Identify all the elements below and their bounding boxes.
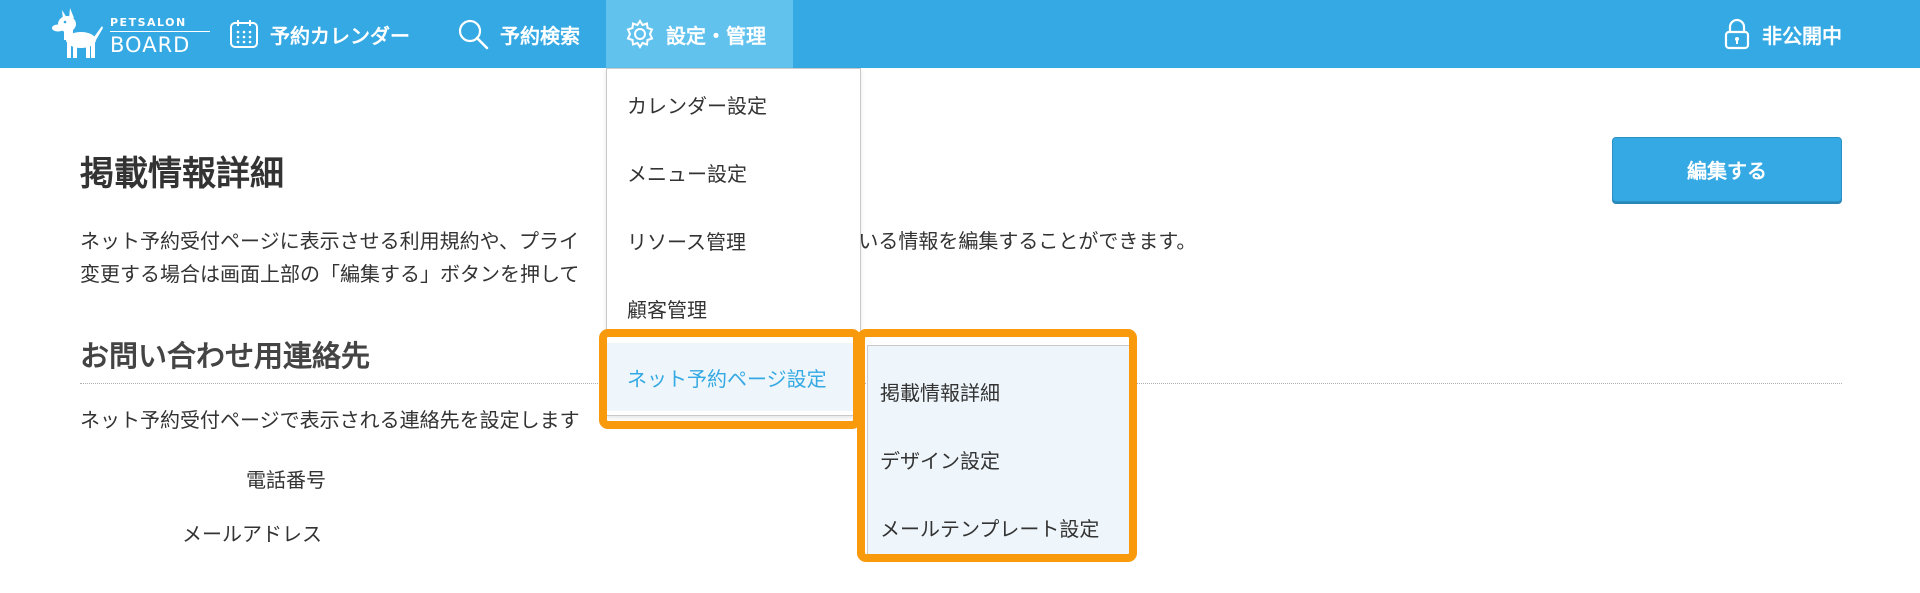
phone-label: 電話番号 bbox=[246, 468, 326, 492]
menu-item-calendar-settings[interactable]: カレンダー設定 bbox=[607, 71, 860, 137]
nav-search[interactable]: 予約検索 bbox=[456, 0, 580, 68]
gear-icon bbox=[626, 19, 654, 49]
menu-item-net-booking-page-settings[interactable]: ネット予約ページ設定 bbox=[607, 343, 860, 411]
submenu-item-mail-template-settings[interactable]: メールテンプレート設定 bbox=[868, 494, 1129, 560]
petsalon-board-logo[interactable]: PETSALON BOARD bbox=[48, 6, 213, 62]
lock-icon bbox=[1724, 18, 1750, 50]
visibility-status[interactable]: 非公開中 bbox=[1722, 0, 1842, 68]
brand-big-text: BOARD bbox=[110, 33, 191, 57]
settings-dropdown-menu: カレンダー設定 メニュー設定 リソース管理 顧客管理 ネット予約ページ設定 bbox=[606, 68, 861, 416]
brand-small-text: PETSALON bbox=[110, 16, 187, 29]
email-label: メールアドレス bbox=[182, 522, 322, 546]
menu-item-menu-settings[interactable]: メニュー設定 bbox=[607, 139, 860, 205]
net-booking-submenu: 掲載情報詳細 デザイン設定 メールテンプレート設定 bbox=[867, 345, 1130, 557]
submenu-item-design-settings[interactable]: デザイン設定 bbox=[868, 426, 1129, 492]
nav-calendar-label: 予約カレンダー bbox=[270, 23, 410, 48]
search-icon bbox=[458, 19, 489, 50]
visibility-label: 非公開中 bbox=[1762, 23, 1842, 48]
nav-settings[interactable]: 設定・管理 bbox=[606, 0, 793, 68]
nav-calendar[interactable]: 予約カレンダー bbox=[228, 0, 410, 68]
menu-item-resource-management[interactable]: リソース管理 bbox=[607, 207, 860, 273]
dog-logo-icon bbox=[52, 8, 103, 58]
edit-button[interactable]: 編集する bbox=[1612, 137, 1842, 202]
section-title-contact: お問い合わせ用連絡先 bbox=[80, 339, 371, 373]
section-description: ネット予約受付ページで表示される連絡先を設定します bbox=[80, 408, 580, 432]
brand-divider bbox=[110, 31, 210, 32]
nav-search-label: 予約検索 bbox=[500, 23, 580, 48]
nav-settings-label: 設定・管理 bbox=[666, 23, 766, 48]
submenu-item-listing-details[interactable]: 掲載情報詳細 bbox=[868, 358, 1129, 424]
top-nav-bar: PETSALON BOARD 予約カレンダー 予約検索 設定・管理 非公開中 bbox=[0, 0, 1920, 68]
menu-item-customer-management[interactable]: 顧客管理 bbox=[607, 275, 860, 341]
calendar-icon bbox=[230, 20, 258, 48]
page-title: 掲載情報詳細 bbox=[80, 154, 284, 194]
